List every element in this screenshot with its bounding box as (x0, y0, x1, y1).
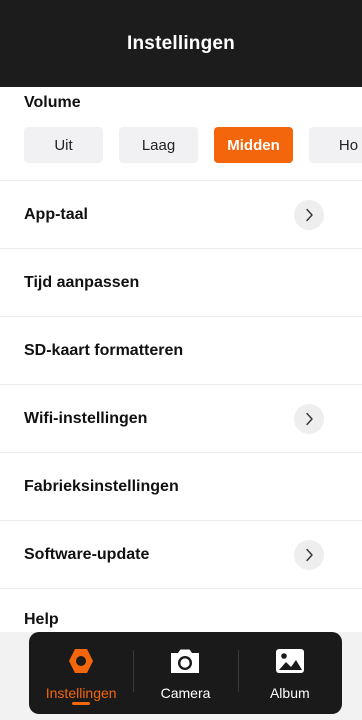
chevron-right-icon (294, 199, 324, 230)
header-bar: Instellingen (0, 0, 362, 87)
camera-icon (168, 645, 202, 677)
volume-option-laag[interactable]: Laag (119, 127, 198, 163)
settings-row-label: Help (24, 611, 59, 628)
tab-label: Camera (160, 685, 211, 701)
tab-label: Instellingen (45, 685, 117, 701)
image-icon (273, 645, 307, 677)
volume-option-midden[interactable]: Midden (214, 127, 293, 163)
tab-instellingen[interactable]: Instellingen (29, 632, 133, 714)
settings-row-help[interactable]: Help (0, 588, 362, 632)
tab-label: Album (269, 685, 310, 701)
chevron-right-icon (294, 403, 324, 434)
tab-album[interactable]: Album (237, 632, 342, 714)
volume-label: Volume (24, 94, 81, 111)
chevron-right-icon (294, 539, 324, 570)
app-screen: Instellingen Volume Uit Laag Midden Ho A… (0, 0, 362, 720)
settings-row-app-taal[interactable]: App-taal (0, 180, 362, 248)
settings-row-label: SD-kaart formatteren (24, 341, 184, 359)
settings-row-label: App-taal (24, 205, 88, 223)
bottom-tab-bar: Instellingen Camera Album (29, 632, 342, 714)
active-tab-indicator (72, 702, 91, 705)
settings-row-wifi-instellingen[interactable]: Wifi-instellingen (0, 384, 362, 452)
settings-row-software-update[interactable]: Software-update (0, 520, 362, 588)
volume-option-hoog[interactable]: Ho (309, 127, 362, 163)
settings-row-label: Software-update (24, 545, 150, 563)
volume-options: Uit Laag Midden Ho (24, 127, 362, 163)
settings-row-fabrieksinstellingen[interactable]: Fabrieksinstellingen (0, 452, 362, 520)
tab-camera[interactable]: Camera (133, 632, 237, 714)
page-title: Instellingen (127, 32, 235, 54)
hexagon-settings-icon (64, 645, 98, 677)
settings-list: App-taal Tijd aanpassen SD-kaart formatt… (0, 180, 362, 588)
settings-row-sd-kaart-formatteren[interactable]: SD-kaart formatteren (0, 316, 362, 384)
settings-row-tijd-aanpassen[interactable]: Tijd aanpassen (0, 248, 362, 316)
settings-row-label: Fabrieksinstellingen (24, 477, 179, 495)
volume-option-uit[interactable]: Uit (24, 127, 103, 163)
settings-row-label: Tijd aanpassen (24, 273, 140, 291)
settings-row-label: Wifi-instellingen (24, 409, 148, 427)
